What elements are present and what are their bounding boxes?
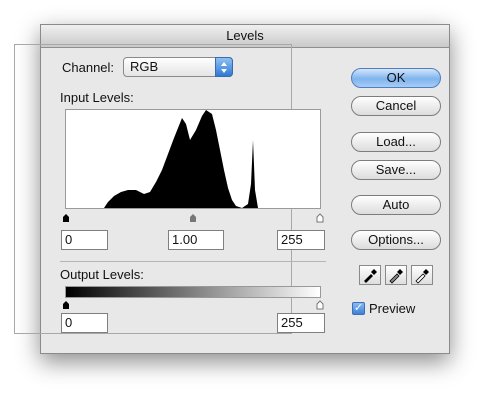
options-button[interactable]: Options... xyxy=(351,230,441,250)
load-button[interactable]: Load... xyxy=(351,132,441,152)
section-divider xyxy=(60,261,326,262)
preview-checkbox[interactable]: ✓ xyxy=(352,302,365,315)
white-eyedropper-icon[interactable] xyxy=(411,265,433,285)
preview-label: Preview xyxy=(369,301,416,316)
output-white-point-handle[interactable] xyxy=(316,300,324,310)
input-white-point-handle[interactable] xyxy=(316,213,324,223)
auto-button[interactable]: Auto xyxy=(351,195,441,215)
input-white-field[interactable]: 255 xyxy=(277,230,325,250)
chevron-updown-icon xyxy=(215,57,233,77)
histogram-graph xyxy=(66,110,320,208)
black-eyedropper-icon[interactable] xyxy=(359,265,381,285)
cancel-button[interactable]: Cancel xyxy=(351,96,441,116)
input-black-field[interactable]: 0 xyxy=(61,230,108,250)
input-gamma-handle[interactable] xyxy=(190,214,196,222)
channel-select[interactable]: RGB xyxy=(123,57,233,77)
output-level-slider[interactable] xyxy=(60,298,328,310)
output-gradient-bar xyxy=(65,286,321,298)
histogram xyxy=(65,109,321,209)
gray-eyedropper-icon[interactable] xyxy=(385,265,407,285)
output-levels-label: Output Levels: xyxy=(60,267,144,282)
channel-value: RGB xyxy=(130,59,159,74)
output-black-point-handle[interactable] xyxy=(63,301,69,309)
channel-label: Channel: xyxy=(60,60,117,75)
input-levels-label: Input Levels: xyxy=(60,90,134,105)
checkmark-icon: ✓ xyxy=(353,302,364,314)
output-black-field[interactable]: 0 xyxy=(61,313,108,333)
input-gamma-field[interactable]: 1.00 xyxy=(168,230,224,250)
save-button[interactable]: Save... xyxy=(351,160,441,180)
input-level-slider[interactable] xyxy=(60,211,328,223)
input-black-point-handle[interactable] xyxy=(63,214,69,222)
output-white-field[interactable]: 255 xyxy=(277,313,325,333)
ok-button[interactable]: OK xyxy=(351,68,441,88)
